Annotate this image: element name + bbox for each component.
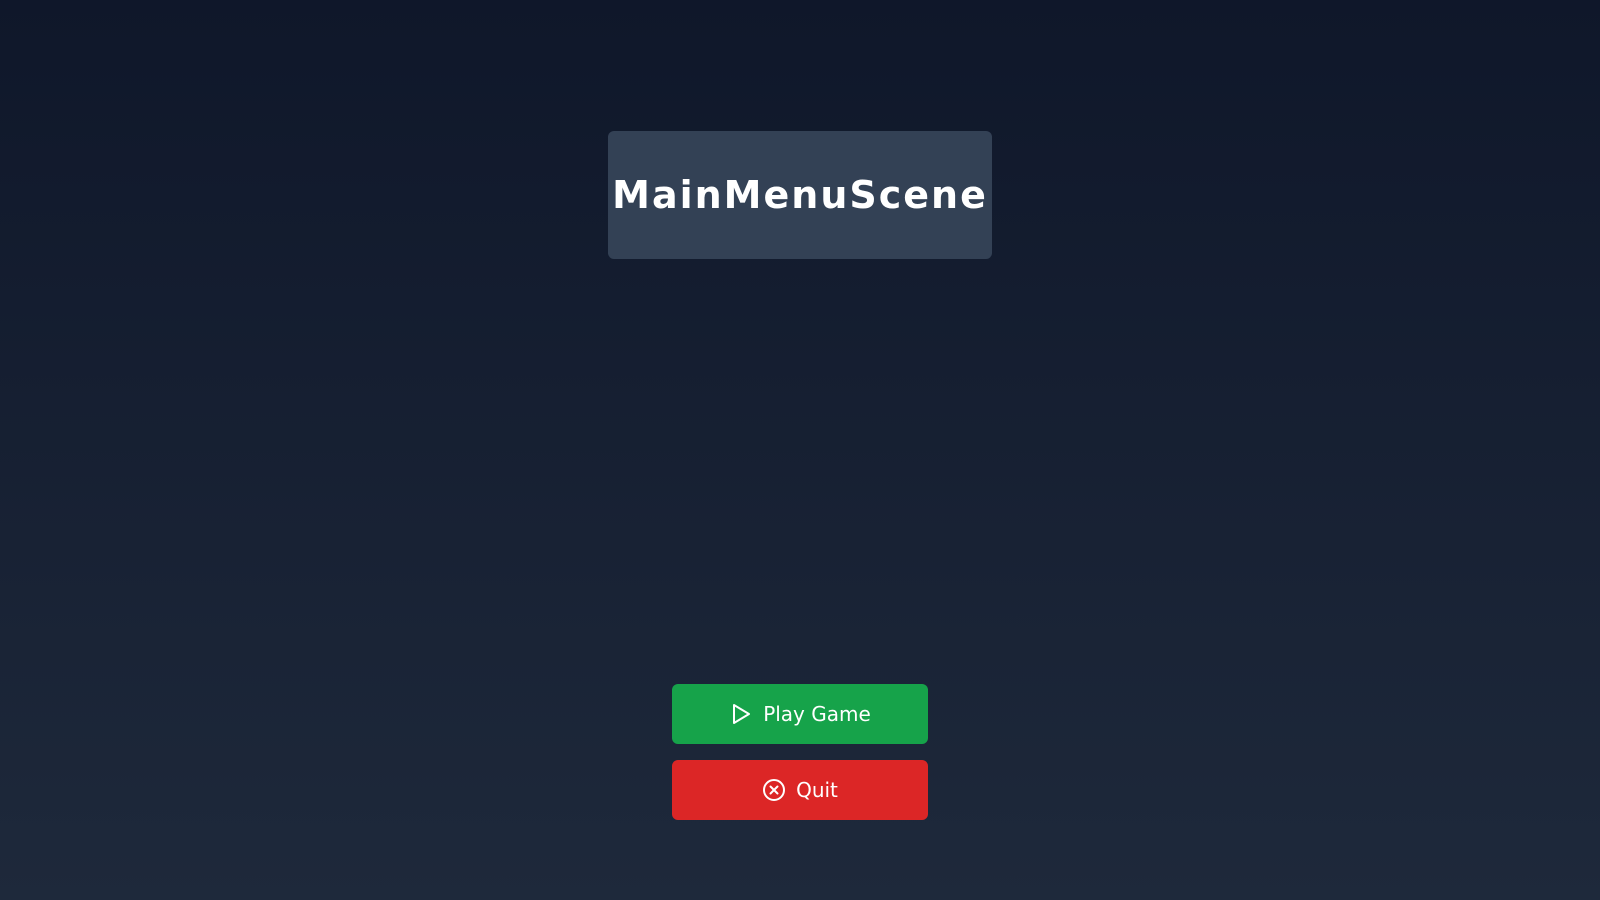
scene-title: MainMenuScene <box>612 173 988 217</box>
close-circle-icon <box>762 778 786 802</box>
quit-button[interactable]: Quit <box>672 760 928 820</box>
quit-label: Quit <box>796 778 838 802</box>
play-icon <box>729 702 753 726</box>
play-game-button[interactable]: Play Game <box>672 684 928 744</box>
title-panel: MainMenuScene <box>608 131 992 259</box>
play-game-label: Play Game <box>763 702 871 726</box>
